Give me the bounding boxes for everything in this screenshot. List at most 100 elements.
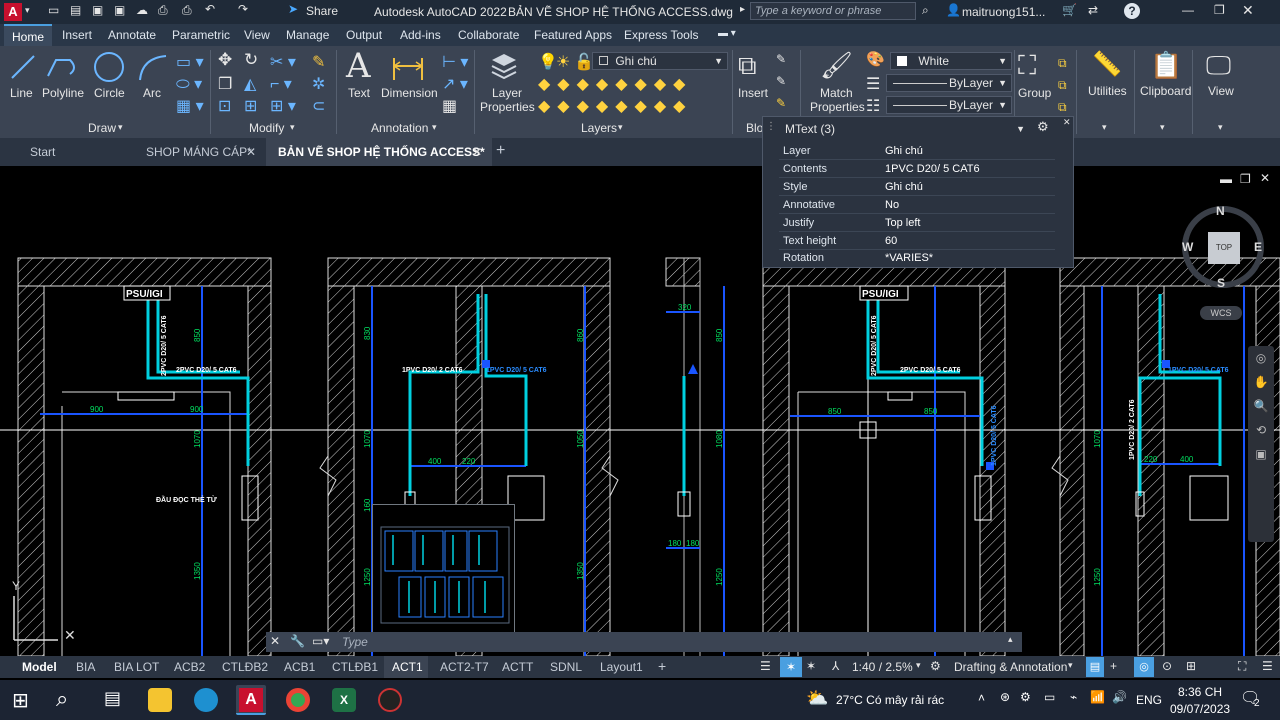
annotation-panel-title[interactable]: Annotation (371, 121, 428, 135)
rotate-icon[interactable]: ↻ (244, 50, 258, 70)
block-panel-title[interactable]: Blo (746, 121, 763, 135)
cmd-history-icon[interactable]: ▴ (1008, 634, 1013, 645)
close-tab-icon[interactable]: ✕ (246, 145, 256, 159)
layer-tool-row-2-icons[interactable]: ◆◆◆◆◆◆◆◆ (538, 96, 692, 116)
property-row[interactable]: Text height 60 (779, 233, 1055, 250)
weather-icon[interactable]: ⛅ (806, 688, 828, 709)
boundary-icon[interactable]: ▦ ▾ (176, 96, 204, 116)
layout-tab-active[interactable]: ACT1 (384, 656, 428, 678)
ribbon-toggle-icon[interactable]: ▬ ▾ (718, 28, 736, 39)
property-row[interactable]: Rotation *VARIES* (779, 250, 1055, 267)
edge-browser-icon[interactable] (194, 688, 218, 712)
layout-tab[interactable]: ACTT (502, 660, 533, 674)
layout-tab[interactable]: CTLĐB1 (332, 660, 378, 674)
command-line[interactable]: ✕ 🔧 ▭▾ Type ▴ (266, 632, 1022, 652)
scale-icon[interactable]: ⊞ (244, 96, 257, 116)
windows-start-icon[interactable]: ⊞ (12, 688, 29, 713)
block-tool-3-icon[interactable]: ✎ (776, 96, 786, 110)
customize-panel-icon[interactable]: ⚙ (1037, 119, 1049, 135)
cart-icon[interactable]: 🛒 (1062, 3, 1077, 17)
restore-window-button[interactable]: ❐ (1214, 3, 1225, 17)
property-row[interactable]: Contents 1PVC D20/ 5 CAT6 (779, 161, 1055, 178)
layout-tab-model[interactable]: Model (22, 660, 57, 674)
pan-icon[interactable]: ✋ (1248, 370, 1274, 394)
property-row[interactable]: Annotative No (779, 197, 1055, 214)
property-row[interactable]: Style Ghi chú (779, 179, 1055, 196)
viewcube[interactable]: N S W E TOP (1182, 204, 1264, 290)
help-icon[interactable]: ? (1124, 3, 1140, 19)
tab-home[interactable]: Home (4, 24, 53, 46)
polyline-icon[interactable] (46, 52, 80, 82)
viewcube-north[interactable]: N (1216, 204, 1225, 218)
lineweight-icon[interactable]: ☷ (866, 96, 880, 116)
zoom-icon[interactable]: 🔍 (1248, 394, 1274, 418)
tab-active-document[interactable]: BẢN VẼ SHOP HỆ THỐNG ACCESS* ✕ (266, 138, 492, 166)
clean-screen-icon[interactable]: ⊞ (1186, 659, 1196, 673)
file-explorer-icon[interactable] (148, 688, 172, 712)
stretch-icon[interactable]: ⊡ (218, 96, 231, 116)
hatch-icon[interactable]: ⬭ ▾ (176, 74, 202, 94)
panel-grip-icon[interactable]: ⋮ (766, 121, 776, 132)
property-value[interactable]: 60 (885, 235, 897, 247)
customization-icon[interactable]: + (1110, 659, 1117, 673)
new-file-icon[interactable]: ▭ (48, 3, 59, 17)
viewcube-east[interactable]: E (1254, 240, 1262, 254)
app-menu-chevron-icon[interactable]: ▾ (25, 5, 30, 16)
new-tab-button[interactable]: + (496, 142, 505, 160)
property-row[interactable]: Layer Ghi chú (779, 143, 1055, 160)
copy-icon[interactable]: ❐ (218, 74, 232, 94)
save-icon[interactable]: ▣ (92, 3, 103, 17)
tab-manage[interactable]: Manage (286, 28, 329, 42)
tab-collaborate[interactable]: Collaborate (458, 28, 519, 42)
tab-express-tools[interactable]: Express Tools (624, 28, 698, 42)
layer-unlock-icon[interactable]: 🔓 (574, 52, 594, 72)
draw-panel-title[interactable]: Draw (88, 121, 116, 135)
viewport-close-button[interactable]: ✕ (1260, 171, 1270, 185)
wifi-icon[interactable]: 📶 (1090, 690, 1105, 704)
layout-tab[interactable]: Layout1 (600, 660, 643, 674)
clipboard-label[interactable]: Clipboard (1140, 84, 1191, 98)
property-row[interactable]: Justify Top left (779, 215, 1055, 232)
layer-sun-icon[interactable]: ☀ (556, 52, 570, 72)
quick-properties-panel[interactable]: ⋮ MText (3) ▼ ⚙ ✕ Layer Ghi chú Contents 1… (762, 116, 1074, 268)
linear-dim-icon[interactable]: ⊢ ▾ (442, 52, 468, 72)
block-tool-1-icon[interactable]: ✎ (776, 52, 786, 66)
property-value[interactable]: 1PVC D20/ 5 CAT6 (885, 163, 980, 175)
annotation-scale[interactable]: 1:40 / 2.5% (852, 660, 913, 674)
search-icon[interactable]: ⌕ (56, 686, 68, 712)
annotation-panel-chevron-icon[interactable]: ▾ (432, 122, 437, 133)
color-wheel-icon[interactable]: 🎨 (866, 50, 885, 68)
drawing-canvas[interactable]: Y ✕ PSU/IGI PSU/IGI 2PVC D20/ 5 CAT6 1PV… (0, 166, 1280, 657)
line-label[interactable]: Line (10, 86, 33, 100)
nav-wheel-icon[interactable]: ◎ (1248, 346, 1274, 370)
viewcube-south[interactable]: S (1217, 276, 1225, 290)
cmd-prompt-icon[interactable]: ▭▾ (312, 634, 329, 648)
cmd-input-placeholder[interactable]: Type (342, 635, 368, 649)
array-icon[interactable]: ⊞ ▾ (270, 96, 296, 116)
layer-properties-icon[interactable] (488, 50, 520, 80)
object-type-dropdown[interactable]: MText (3) ▼ (779, 121, 1029, 139)
weather-text[interactable]: 27°C Có mây rải rác (836, 693, 944, 707)
layout-tab[interactable]: BIA (76, 660, 95, 674)
layout-tab[interactable]: SDNL (550, 660, 582, 674)
view-label[interactable]: View (1208, 84, 1234, 98)
layer-dropdown[interactable]: Ghi chú ▼ (592, 52, 728, 70)
view-chevron-icon[interactable]: ▾ (1218, 122, 1223, 133)
property-value[interactable]: *VARIES* (885, 252, 933, 264)
mirror-icon[interactable]: ◭ (244, 74, 256, 94)
property-value[interactable]: Ghi chú (885, 181, 923, 193)
task-view-icon[interactable]: ▤ (104, 688, 121, 709)
layer-properties-label-2[interactable]: Properties (480, 100, 535, 114)
match-properties-label-2[interactable]: Properties (810, 100, 865, 114)
tab-insert[interactable]: Insert (62, 28, 92, 42)
layout-tab[interactable]: BIA LOT (114, 660, 159, 674)
expand-arrow-icon[interactable]: ▸ (740, 4, 745, 15)
explode-icon[interactable]: ✲ (312, 74, 325, 94)
dimension-label[interactable]: Dimension (381, 86, 438, 100)
undo-icon[interactable]: ↶ (205, 2, 215, 16)
table-icon[interactable]: ▦ (442, 96, 457, 116)
leader-icon[interactable]: ↗ ▾ (442, 74, 468, 94)
move-icon[interactable]: ✥ (218, 50, 232, 70)
rectangle-icon[interactable]: ▭ ▾ (176, 52, 204, 72)
layout-tab[interactable]: ACT2-T7 (440, 660, 489, 674)
